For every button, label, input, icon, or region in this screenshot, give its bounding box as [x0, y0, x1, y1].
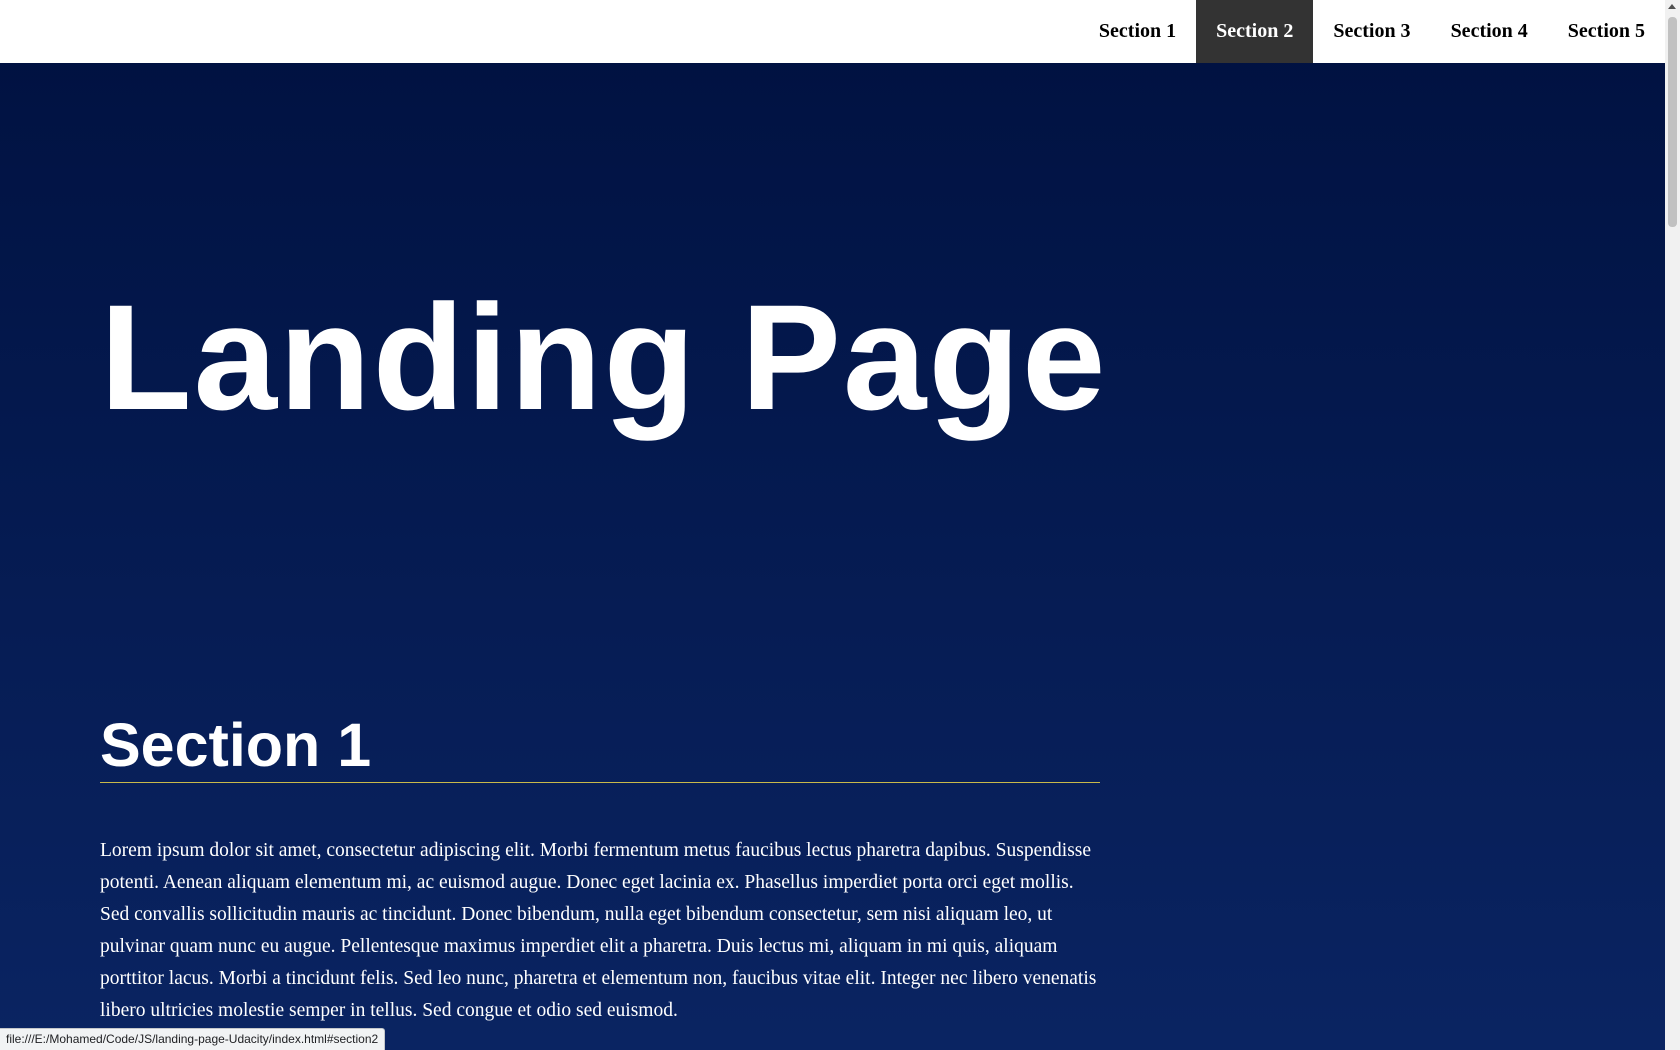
- navbar: Section 1 Section 2 Section 3 Section 4 …: [0, 0, 1665, 63]
- vertical-scrollbar[interactable]: [1665, 0, 1680, 1050]
- section-paragraph: Lorem ipsum dolor sit amet, consectetur …: [100, 840, 1097, 1021]
- scroll-up-arrow-icon[interactable]: [1668, 4, 1676, 9]
- link-status-bar: file:///E:/Mohamed/Code/JS/landing-page-…: [0, 1028, 386, 1050]
- page-title: Landing Page: [100, 273, 1108, 441]
- scrollbar-thumb[interactable]: [1668, 17, 1677, 227]
- nav-item-section-3[interactable]: Section 3: [1313, 0, 1430, 63]
- section-1: Section 1 Lorem ipsum dolor sit amet, co…: [100, 712, 1100, 1027]
- nav-item-section-4[interactable]: Section 4: [1431, 0, 1548, 63]
- nav-item-section-5[interactable]: Section 5: [1548, 0, 1665, 63]
- section-title: Section 1: [100, 712, 1100, 783]
- nav-item-section-1[interactable]: Section 1: [1079, 0, 1196, 63]
- nav-item-section-2[interactable]: Section 2: [1196, 0, 1314, 63]
- nav-menu: Section 1 Section 2 Section 3 Section 4 …: [1079, 0, 1665, 63]
